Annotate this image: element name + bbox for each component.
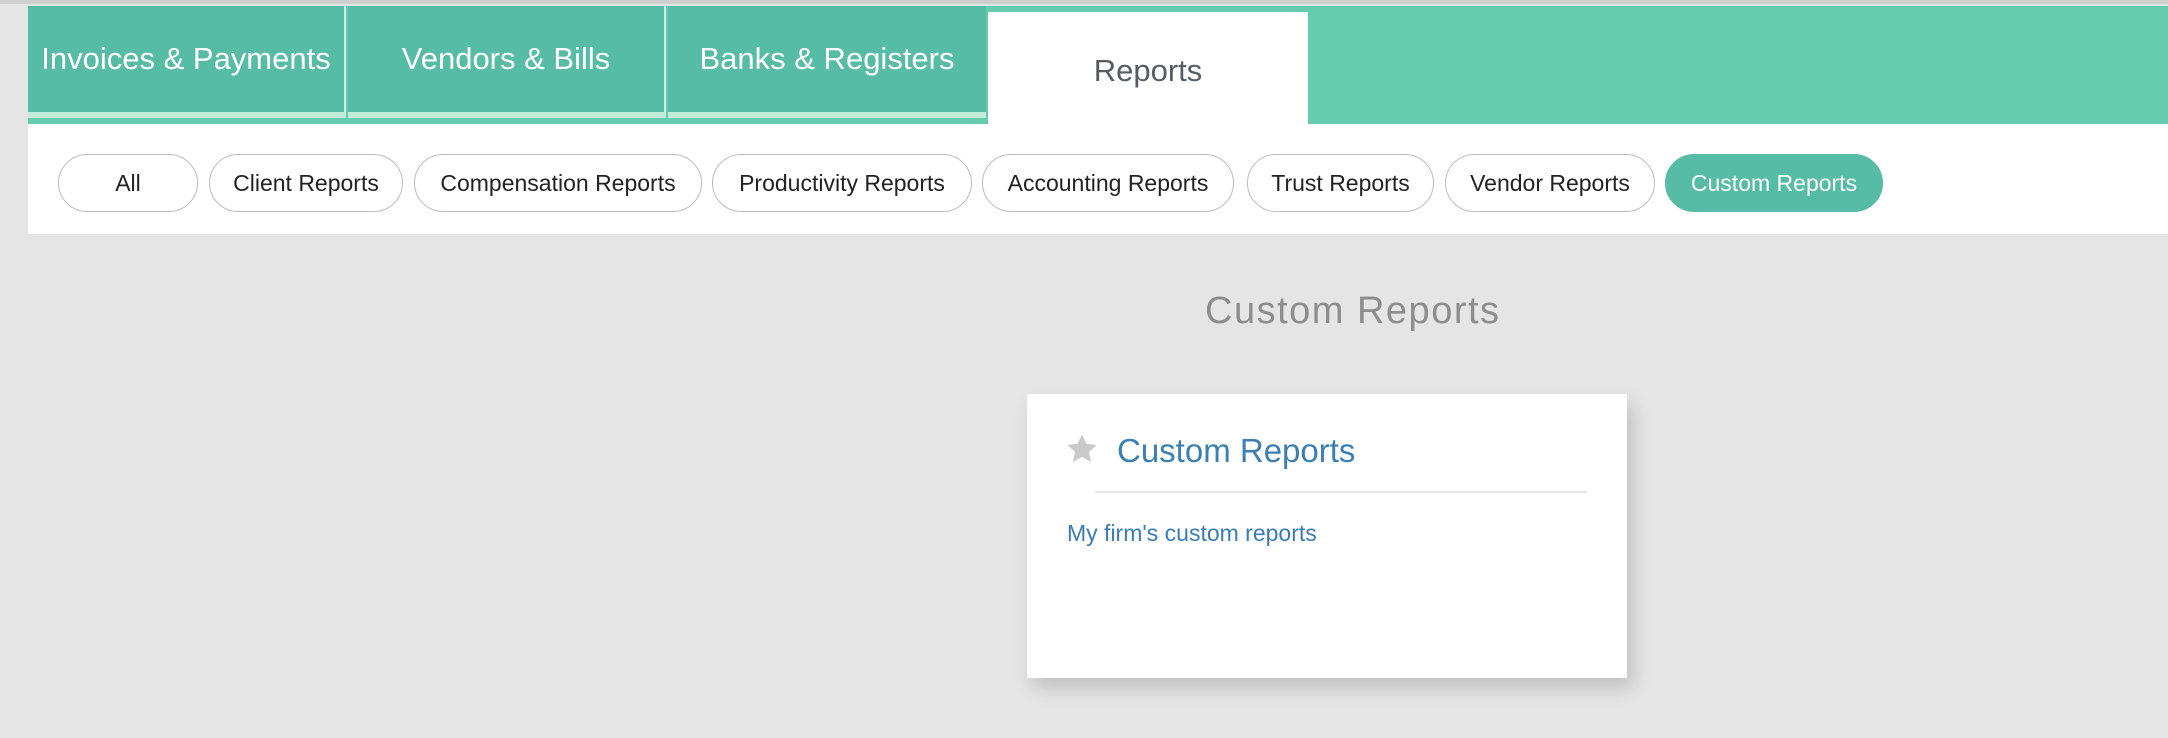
filter-compensation-reports[interactable]: Compensation Reports: [414, 154, 702, 212]
filter-productivity-reports[interactable]: Productivity Reports: [712, 154, 972, 212]
tab-vendors-bills[interactable]: Vendors & Bills: [348, 6, 666, 118]
filter-all[interactable]: All: [58, 154, 198, 212]
filter-client-reports[interactable]: Client Reports: [209, 154, 403, 212]
main-tab-bar: Invoices & Payments Vendors & Bills Bank…: [28, 6, 2168, 130]
card-divider: [1095, 491, 1587, 493]
filter-vendor-reports[interactable]: Vendor Reports: [1445, 154, 1655, 212]
filter-accounting-reports[interactable]: Accounting Reports: [982, 154, 1234, 212]
report-filter-bar: All Client Reports Compensation Reports …: [28, 124, 2168, 234]
section-title: Custom Reports: [1205, 290, 1501, 332]
my-firm-custom-reports-link[interactable]: My firm's custom reports: [1067, 520, 1317, 547]
tab-reports[interactable]: Reports: [988, 12, 1308, 130]
filter-custom-reports[interactable]: Custom Reports: [1665, 154, 1883, 212]
window-top-border: [0, 0, 2168, 4]
star-icon[interactable]: [1065, 432, 1099, 466]
card-title[interactable]: Custom Reports: [1117, 432, 1355, 470]
tab-banks-registers[interactable]: Banks & Registers: [668, 6, 986, 118]
tab-invoices-payments[interactable]: Invoices & Payments: [28, 6, 346, 118]
filter-trust-reports[interactable]: Trust Reports: [1247, 154, 1434, 212]
custom-reports-card: Custom Reports My firm's custom reports: [1027, 394, 1627, 678]
